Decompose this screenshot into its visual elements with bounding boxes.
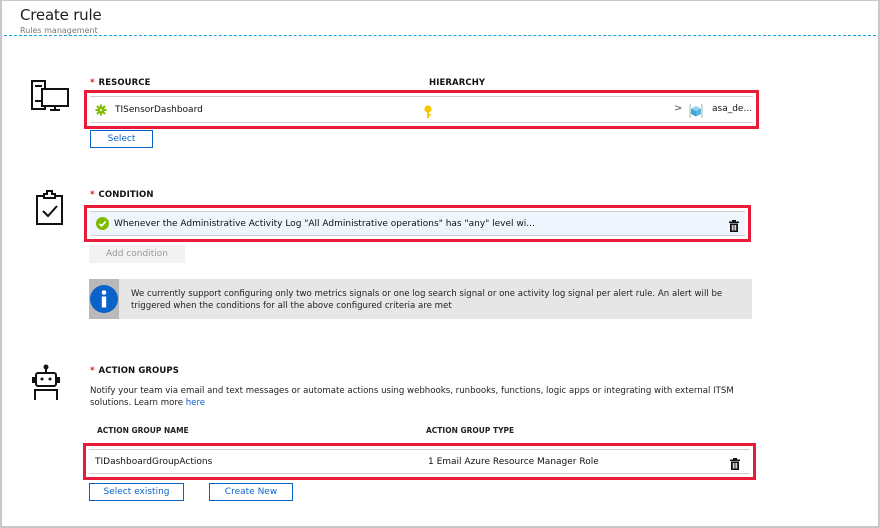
required-marker: * [90,78,95,88]
resource-row[interactable]: TISensorDashboard > asa_de... [90,96,753,123]
required-marker: * [90,190,95,200]
hierarchy-chevron: > [674,103,683,114]
create-new-button[interactable]: Create New [209,483,293,501]
clipboard-check-icon [36,190,63,225]
hierarchy-label: HIERARCHY [429,78,486,88]
trash-icon[interactable] [729,220,739,232]
info-text: We currently support configuring only tw… [131,289,723,311]
key-icon [424,105,432,118]
info-icon-box [89,279,119,319]
action-group-type: 1 Email Azure Resource Manager Role [428,457,599,467]
select-resource-button[interactable]: Select [90,130,153,148]
action-group-name: TIDashboardGroupActions [95,456,213,467]
action-groups-label: * ACTION GROUPS [90,366,179,376]
gear-cog-icon [95,104,107,115]
required-marker: * [90,366,95,376]
robot-icon [32,364,60,400]
table-row[interactable]: TIDashboardGroupActions 1 Email Azure Re… [89,449,750,474]
condition-row[interactable]: Whenever the Administrative Activity Log… [90,211,745,236]
page-subtitle: Rules management [20,26,98,35]
hierarchy-item[interactable]: asa_de... [712,104,752,114]
computer-monitor-icon [31,80,69,111]
header-divider [4,35,876,36]
resource-label: * RESOURCE [90,78,151,88]
action-group-highlight: TIDashboardGroupActions 1 Email Azure Re… [83,443,756,480]
resource-highlight: TISensorDashboard > asa_de... [84,90,759,129]
condition-label: * CONDITION [90,190,154,200]
info-icon [90,285,118,313]
check-circle-icon [96,217,109,230]
column-header-name: ACTION GROUP NAME [97,426,189,435]
add-condition-button[interactable]: Add condition [89,245,185,263]
condition-highlight: Whenever the Administrative Activity Log… [84,205,751,242]
action-groups-description: Notify your team via email and text mess… [90,386,734,408]
info-banner: We currently support configuring only tw… [89,279,752,319]
learn-more-link[interactable]: here [186,398,205,408]
resource-name: TISensorDashboard [115,104,203,115]
cube-icon [689,104,703,118]
condition-text: Whenever the Administrative Activity Log… [114,218,535,229]
trash-icon[interactable] [730,458,740,470]
create-rule-panel: Create rule Rules management * RESOURCE H… [0,0,880,528]
panel-header: Create rule Rules management [20,6,102,35]
select-existing-button[interactable]: Select existing [89,483,184,501]
column-header-type: ACTION GROUP TYPE [426,426,515,435]
page-title: Create rule [20,6,102,24]
